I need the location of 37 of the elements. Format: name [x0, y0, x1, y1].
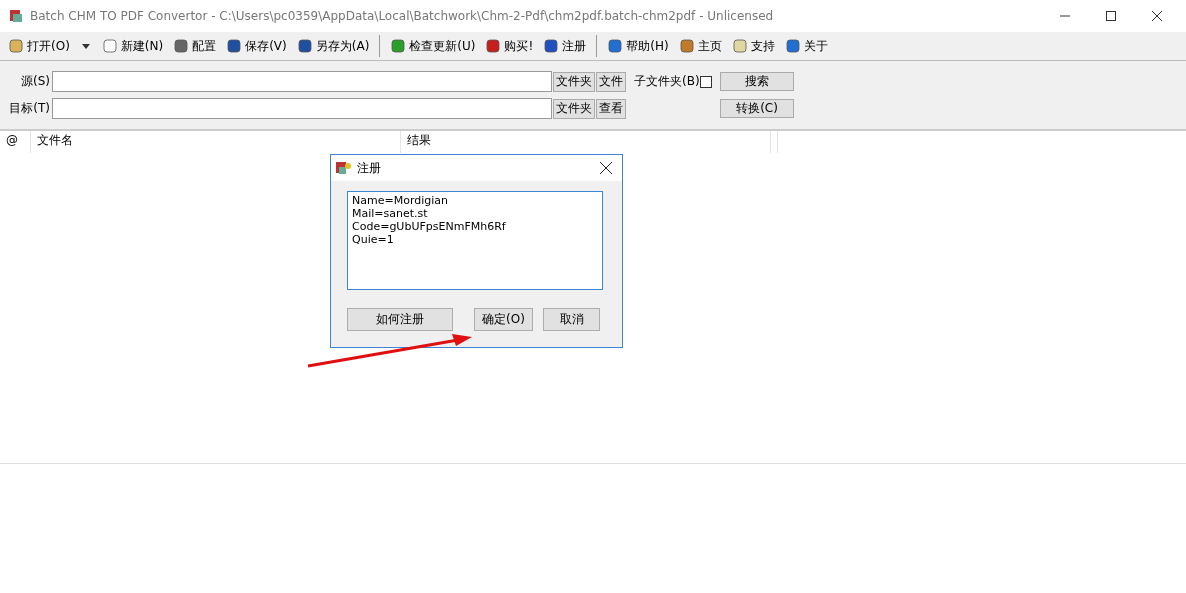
window-title: Batch CHM TO PDF Convertor - C:\Users\pc0359\AppData\Local\Batchwork\Chm-2-Pdf\chm2pdf.batch-chm2pdf - Unlicensed	[30, 9, 774, 23]
toolbar-button[interactable]: 支持	[729, 35, 777, 57]
dialog-button[interactable]: 确定(O)	[474, 308, 533, 331]
toolbar-button[interactable]: 主页	[676, 35, 724, 57]
column-header[interactable]: 结果	[401, 131, 771, 153]
dialog-title: 注册	[357, 159, 381, 177]
toolbar-button[interactable]: 注册	[541, 35, 589, 57]
path-field[interactable]	[52, 98, 552, 119]
field-label: 源(S)	[20, 73, 51, 90]
column-header[interactable]: @	[0, 131, 31, 153]
path-field[interactable]	[52, 71, 552, 92]
toolbar-button[interactable]: 新建(N)	[99, 35, 166, 57]
toolbar-button[interactable]: 关于	[782, 35, 830, 57]
close-icon[interactable]	[1152, 11, 1162, 21]
toolbar-button[interactable]: 配置	[171, 35, 219, 57]
browse-button[interactable]: 查看	[596, 98, 626, 119]
column-header[interactable]: 文件名	[31, 131, 401, 153]
toolbar-button[interactable]: 购买!	[483, 35, 536, 57]
action-button[interactable]: 转换(C)	[720, 99, 794, 118]
subfolders-checkbox[interactable]	[699, 75, 712, 88]
close-icon[interactable]	[600, 162, 612, 174]
dropdown-arrow-icon[interactable]	[81, 43, 90, 49]
browse-button[interactable]: 文件夹	[553, 98, 595, 119]
toolbar-button[interactable]: 另存为(A)	[294, 35, 372, 57]
browse-button[interactable]: 文件夹	[553, 71, 595, 92]
maximize-icon[interactable]	[1106, 11, 1116, 21]
toolbar-button[interactable]: 帮助(H)	[605, 35, 671, 57]
toolbar-button[interactable]: 保存(V)	[224, 35, 289, 57]
browse-button[interactable]: 文件	[596, 71, 626, 92]
checkbox-label: 子文件夹(B)	[634, 73, 700, 90]
dialog-button[interactable]: 取消	[543, 308, 600, 331]
toolbar-button[interactable]: 打开(O)	[6, 35, 72, 57]
toolbar-button[interactable]: 检查更新(U)	[388, 35, 478, 57]
license-text-field[interactable]: Name=Mordigian Mail=sanet.st Code=gUbUFpsENmFMh6Rf Quie=1	[347, 191, 603, 290]
field-label: 目标(T)	[8, 100, 51, 117]
action-button[interactable]: 搜索	[720, 72, 794, 91]
dialog-button[interactable]: 如何注册	[347, 308, 453, 331]
